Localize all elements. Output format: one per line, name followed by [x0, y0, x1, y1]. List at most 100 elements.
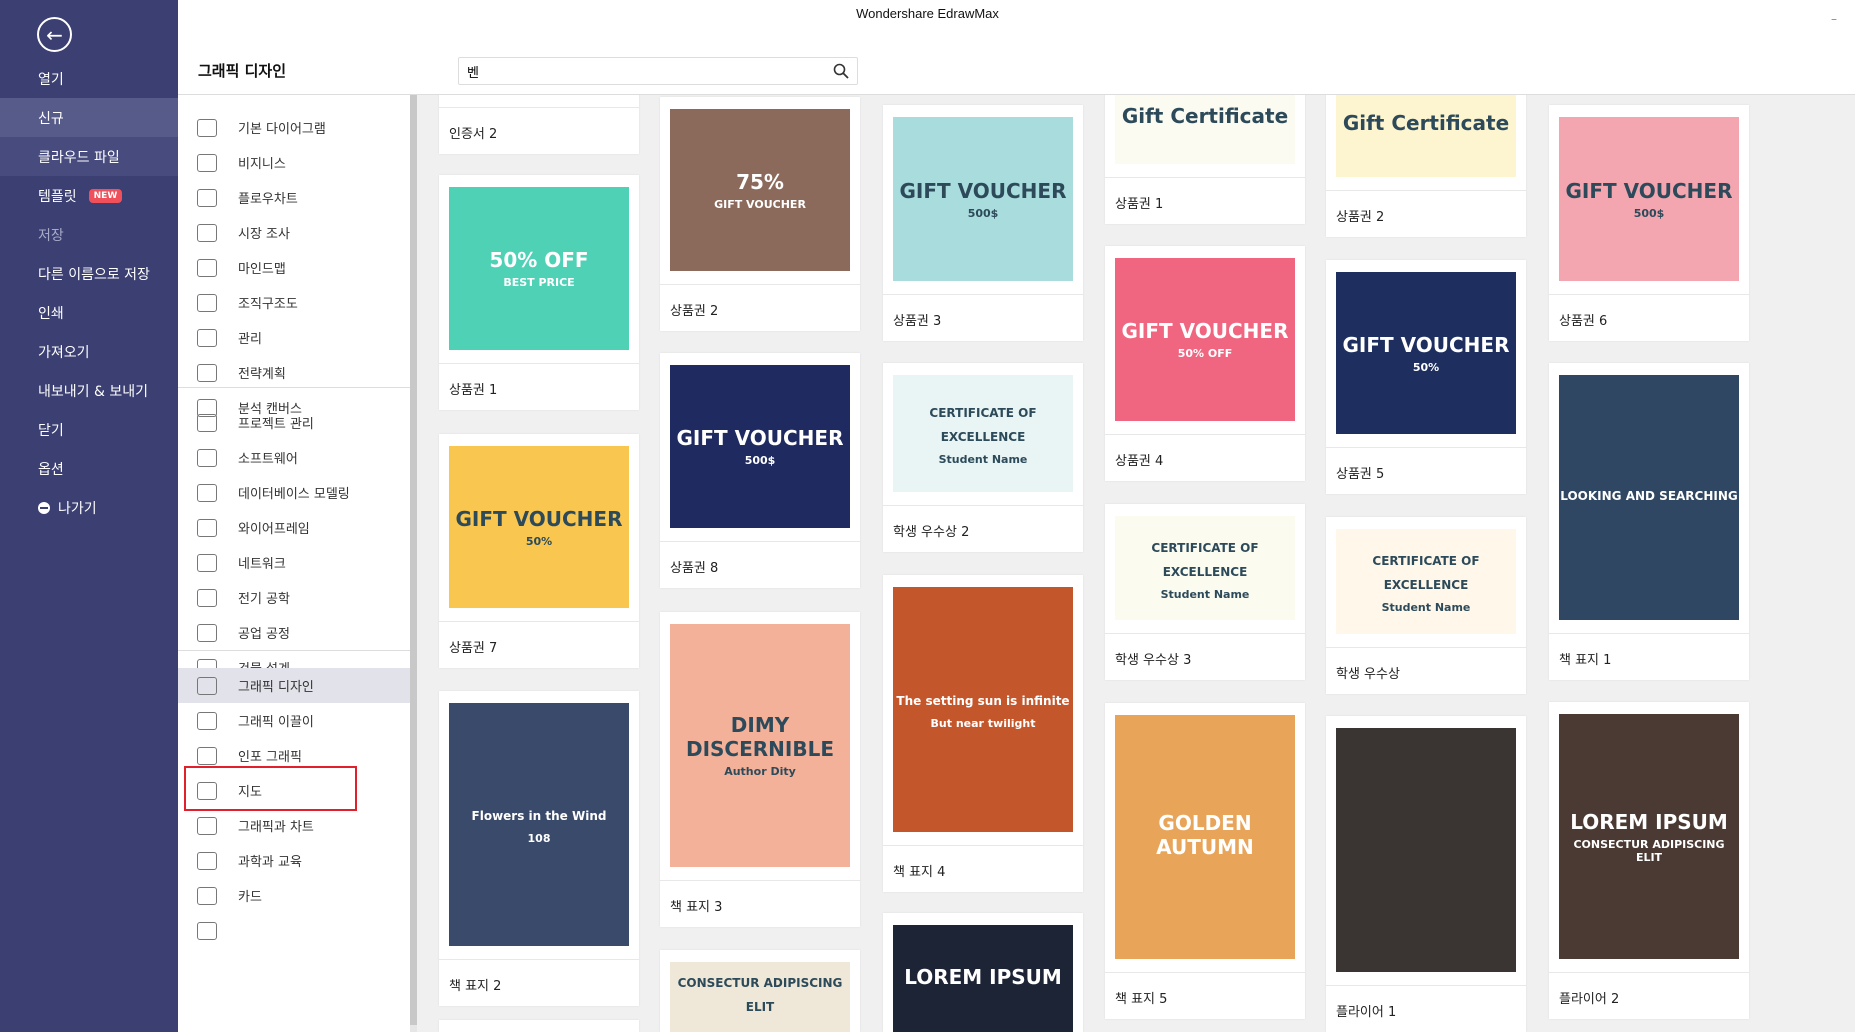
sidebar-item[interactable]: 내보내기 & 보내기 [0, 371, 178, 410]
sidebar-item[interactable]: 나가기 [0, 488, 178, 527]
sidebar-item-label: 인쇄 [38, 305, 64, 322]
thumbnail-subtitle: BEST PRICE [503, 276, 575, 289]
category-item[interactable]: 플로우차트 [178, 180, 410, 215]
search-icon[interactable] [833, 63, 849, 79]
search-input[interactable] [467, 63, 833, 79]
template-thumbnail: CERTIFICATE OF EXCELLENCE Student Name [1115, 516, 1295, 620]
template-card[interactable]: CERTIFICATE OF EXCELLENCE Student Name 학생 … [1326, 517, 1526, 694]
template-card[interactable]: CERTIFICATE OF EXCELLENCE Student Name 학생 … [1105, 504, 1305, 680]
template-card[interactable]: LOREM IPSUM CONSECTUR ADIPISCING ELIT 플라이어… [1549, 702, 1749, 1019]
template-card[interactable]: CONSECTUR ADIPISCING ELIT [660, 950, 860, 1032]
template-card[interactable]: Gift Certificate 상품권 2 [1326, 95, 1526, 237]
category-item[interactable]: 비지니스 [178, 145, 410, 180]
category-item[interactable]: 데이터베이스 모델링 [178, 475, 410, 510]
sidebar-item[interactable]: 템플릿 NEW [0, 176, 178, 215]
template-card[interactable]: GIFT VOUCHER 50% OFF 상품권 4 [1105, 246, 1305, 481]
sidebar-item[interactable]: 인쇄 [0, 293, 178, 332]
template-card[interactable]: 플라이어 1 [1326, 716, 1526, 1032]
sidebar-item[interactable]: 저장 [0, 215, 178, 254]
template-card[interactable]: GIFT VOUCHER 500$ 상품권 6 [1549, 105, 1749, 341]
category-item[interactable]: 네트워크 [178, 545, 410, 580]
scrollbar-thumb[interactable] [410, 95, 417, 1025]
template-label: 학생 우수상 3 [1105, 633, 1305, 680]
template-card[interactable] [439, 1020, 639, 1032]
category-divider [178, 387, 410, 388]
category-icon [197, 518, 217, 537]
minimize-button[interactable]: – [1831, 12, 1837, 26]
category-label: 마인드맵 [238, 262, 286, 277]
template-thumbnail: Gift Certificate [1336, 95, 1516, 177]
template-card[interactable]: GIFT VOUCHER 500$ 상품권 3 [883, 105, 1083, 341]
sidebar-item[interactable]: 옵션 [0, 449, 178, 488]
category-item[interactable]: 그래픽 디자인 [178, 668, 410, 703]
sidebar-item[interactable]: 다른 이름으로 저장 [0, 254, 178, 293]
template-card[interactable]: LOOKING AND SEARCHING 책 표지 1 [1549, 363, 1749, 680]
template-thumbnail: 50% OFF BEST PRICE [449, 187, 629, 350]
template-card[interactable]: 75% GIFT VOUCHER 상품권 2 [660, 97, 860, 331]
category-item[interactable]: 지도 [178, 773, 410, 808]
template-card[interactable]: LOREM IPSUM [883, 913, 1083, 1032]
category-item[interactable]: 과학과 교육 [178, 843, 410, 878]
category-scrollbar[interactable] [410, 95, 417, 1032]
thumbnail-subtitle: GIFT VOUCHER [714, 197, 806, 211]
template-card[interactable]: GIFT VOUCHER 500$ 상품권 8 [660, 353, 860, 588]
category-icon [197, 413, 217, 432]
category-label: 조직구조도 [238, 297, 298, 312]
template-card[interactable]: CERTIFICATE OF EXCELLENCE Student Name 학생 … [883, 363, 1083, 552]
category-item[interactable]: 관리 [178, 320, 410, 355]
category-item[interactable]: 그래픽과 차트 [178, 808, 410, 843]
template-card[interactable]: 50% OFF BEST PRICE 상품권 1 [439, 175, 639, 410]
category-item[interactable] [178, 913, 410, 948]
sidebar-item[interactable]: 열기 [0, 59, 178, 98]
template-thumbnail: Flowers in the Wind 108 [449, 703, 629, 946]
category-label: 과학과 교육 [238, 855, 302, 870]
search-box[interactable] [458, 57, 858, 85]
category-item[interactable]: 프로젝트 관리 [178, 405, 410, 440]
template-label: 상품권 1 [439, 363, 639, 410]
template-label: 상품권 1 [1105, 177, 1305, 224]
template-card[interactable]: The setting sun is infinite But near twil… [883, 575, 1083, 892]
category-label: 관리 [238, 332, 262, 347]
category-icon [197, 188, 217, 207]
category-icon [197, 328, 217, 347]
template-label: 상품권 8 [660, 541, 860, 588]
category-item[interactable]: 전략계획 [178, 355, 410, 390]
category-item[interactable]: 조직구조도 [178, 285, 410, 320]
thumbnail-title: 50% OFF [489, 248, 589, 272]
template-card[interactable]: GOLDEN AUTUMN 책 표지 5 [1105, 703, 1305, 1019]
category-item[interactable]: 기본 다이어그램 [178, 110, 410, 145]
template-card[interactable]: GIFT VOUCHER 50% 상품권 5 [1326, 260, 1526, 494]
category-label: 플로우차트 [238, 192, 298, 207]
template-label: 플라이어 2 [1549, 972, 1749, 1019]
template-card[interactable]: GIFT VOUCHER 50% 상품권 7 [439, 434, 639, 668]
template-card[interactable]: DIMY DISCERNIBLE Author Dity 책 표지 3 [660, 612, 860, 927]
category-item[interactable]: 전기 공학 [178, 580, 410, 615]
category-icon [197, 118, 217, 137]
sidebar-item[interactable]: 클라우드 파일 [0, 137, 178, 176]
category-item[interactable]: 마인드맵 [178, 250, 410, 285]
template-card[interactable]: Flowers in the Wind 108 책 표지 2 [439, 691, 639, 1006]
category-label: 소프트웨어 [238, 452, 298, 467]
category-item[interactable]: 시장 조사 [178, 215, 410, 250]
category-item[interactable]: 공업 공정 [178, 615, 410, 650]
sidebar-item[interactable]: 가져오기 [0, 332, 178, 371]
category-item[interactable]: 카드 [178, 878, 410, 913]
sidebar-item-label: 옵션 [38, 461, 64, 478]
template-label: 상품권 7 [439, 621, 639, 668]
sidebar-item[interactable]: 신규 [0, 98, 178, 137]
category-item[interactable]: 와이어프레임 [178, 510, 410, 545]
sidebar-item-label: 내보내기 & 보내기 [38, 383, 148, 400]
template-card[interactable]: Gift Certificate 상품권 1 [1105, 95, 1305, 224]
template-thumbnail: GIFT VOUCHER 50% OFF [1115, 258, 1295, 421]
template-card[interactable]: 인증서 2 [439, 95, 639, 154]
thumbnail-subtitle: 108 [527, 832, 551, 845]
category-label: 카드 [238, 890, 262, 905]
thumbnail-title: 75% [736, 169, 784, 194]
category-item[interactable]: 인포 그래픽 [178, 738, 410, 773]
category-label: 그래픽 이끌이 [238, 715, 314, 730]
category-item[interactable]: 그래픽 이끌이 [178, 703, 410, 738]
back-button[interactable]: ← [37, 17, 72, 52]
category-label: 전기 공학 [238, 592, 290, 607]
sidebar-item[interactable]: 닫기 [0, 410, 178, 449]
category-item[interactable]: 소프트웨어 [178, 440, 410, 475]
